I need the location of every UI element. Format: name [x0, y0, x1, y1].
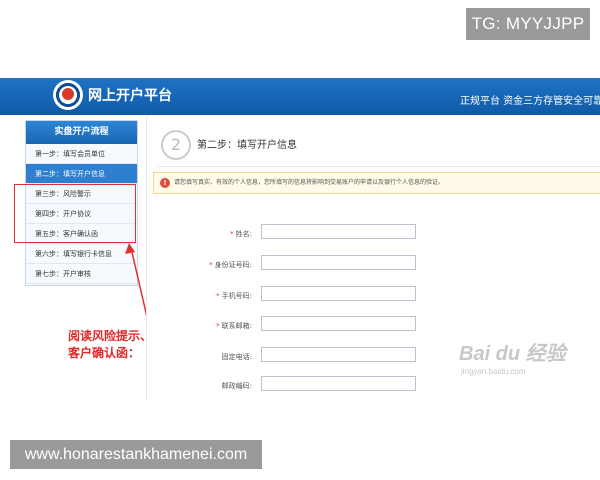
email-input[interactable] [261, 316, 416, 331]
postcode-label-text: 邮政编码: [221, 382, 252, 390]
phone-label-text: 手机号码: [221, 292, 252, 300]
landline-input[interactable] [261, 347, 416, 362]
header-bar: 网上开户平台 正规平台 资金三方存管安全可靠 [0, 78, 600, 115]
notice-text: 请您填写真实、有效的个人信息，您所填写的信息将影响到交易账户的申请以及银行个人信… [174, 179, 445, 186]
notice-banner: ! 请您填写真实、有效的个人信息，您所填写的信息将影响到交易账户的申请以及银行个… [153, 172, 600, 194]
baidu-watermark-url: jingyan.baidu.com [461, 367, 526, 376]
logo-flame-icon [62, 88, 74, 100]
id-number-label-text: 身份证号码: [214, 261, 252, 269]
baidu-watermark-logo: Bai du 经验 [459, 343, 566, 365]
landline-label: 固定电话: [147, 350, 252, 365]
tg-badge: TG: MYYJJPP [466, 8, 590, 40]
site-badge: www.honarestankhamenei.com [10, 440, 262, 469]
sidebar-step-1[interactable]: 第一步：填写会员单位 [26, 144, 137, 164]
step-number-circle: 2 [161, 130, 191, 160]
title-divider [157, 166, 600, 167]
platform-logo-icon [53, 80, 83, 110]
name-label-text: 姓名: [235, 230, 252, 238]
annotation-highlight-box [14, 184, 136, 243]
platform-name: 网上开户平台 [88, 88, 172, 104]
sidebar-step-7[interactable]: 第七步：开户审核 [26, 264, 137, 284]
required-mark: * [216, 322, 220, 330]
postcode-input[interactable] [261, 376, 416, 391]
sidebar-step-6[interactable]: 第六步：填写银行卡信息 [26, 244, 137, 264]
landline-label-text: 固定电话: [221, 353, 252, 361]
sidebar-title: 实盘开户流程 [26, 121, 137, 144]
required-mark: * [230, 230, 234, 238]
name-input[interactable] [261, 224, 416, 239]
phone-label: * 手机号码: [147, 289, 252, 304]
id-number-label: * 身份证号码: [147, 258, 252, 273]
warning-icon: ! [160, 178, 170, 188]
name-label: * 姓名: [147, 227, 252, 242]
step-title: 第二步：填写开户信息 [197, 140, 297, 151]
required-mark: * [209, 261, 213, 269]
email-label-text: 联系邮箱: [221, 322, 252, 330]
postcode-label: 邮政编码: [147, 379, 252, 394]
header-slogan: 正规平台 资金三方存管安全可靠 [460, 96, 600, 107]
phone-input[interactable] [261, 286, 416, 301]
required-mark: * [216, 292, 220, 300]
email-label: * 联系邮箱: [147, 319, 252, 334]
sidebar-step-2[interactable]: 第二步：填写开户信息 [26, 164, 137, 184]
id-number-input[interactable] [261, 255, 416, 270]
